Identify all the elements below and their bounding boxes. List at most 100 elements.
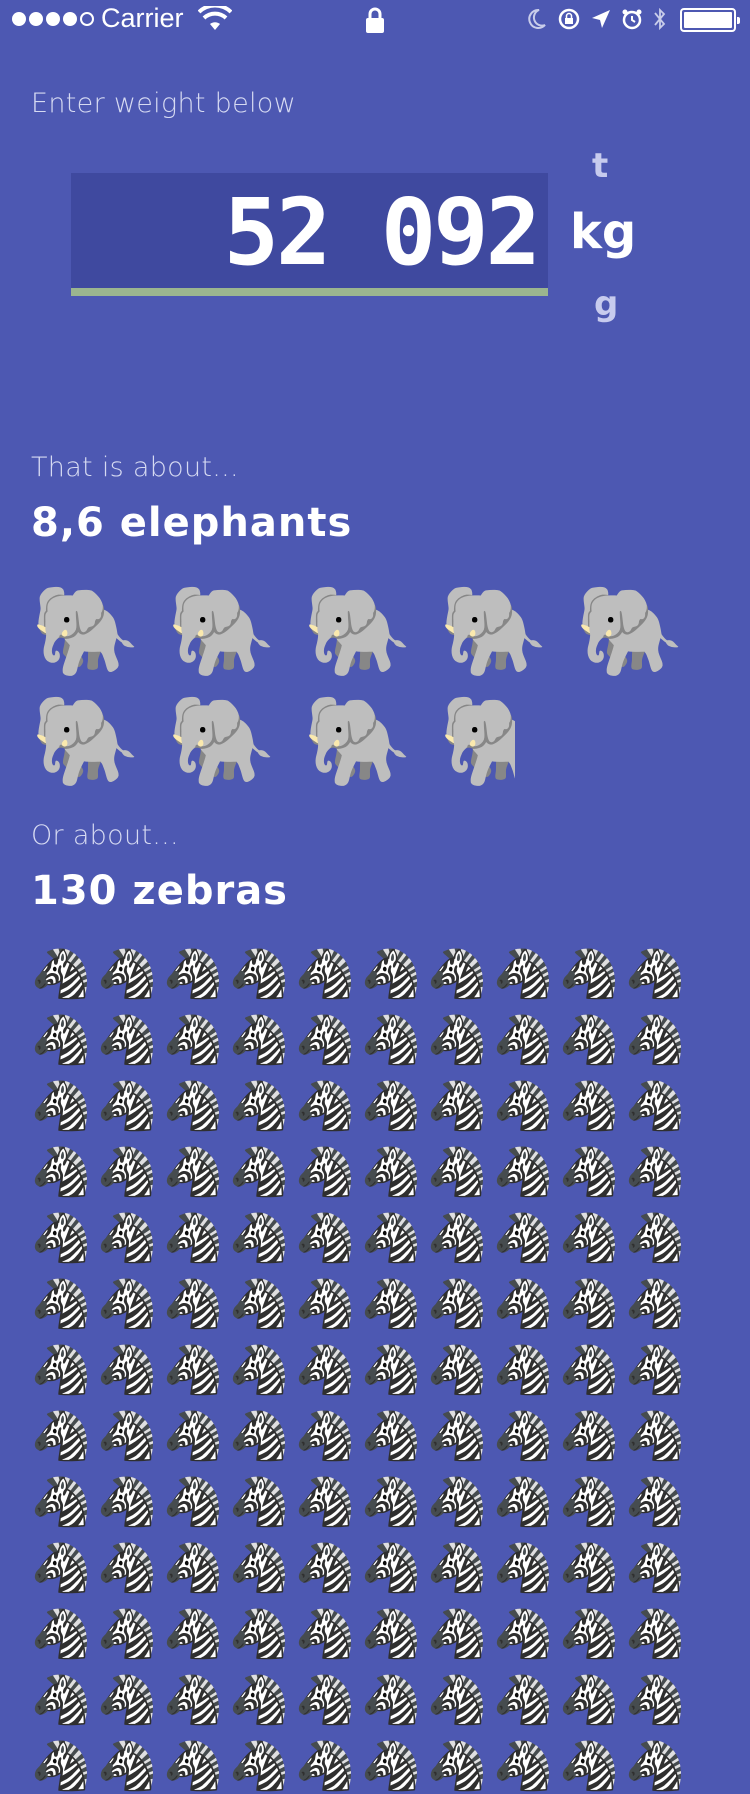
zebra-icon: 🦓 [559,1606,615,1662]
zebra-icon: 🦓 [625,1276,681,1332]
zebra-icon: 🦓 [493,1012,549,1068]
zebra-icon: 🦓 [31,1276,87,1332]
zebra-icon: 🦓 [361,1012,417,1068]
zebra-icon: 🦓 [493,946,549,1002]
elephant-icon: 🐘 [303,582,411,680]
zebra-icon: 🦓 [31,1474,87,1530]
zebra-icon: 🦓 [31,1210,87,1266]
zebra-icon: 🦓 [427,946,483,1002]
zebra-icon: 🦓 [31,1012,87,1068]
zebra-icon: 🦓 [163,1606,219,1662]
zebra-icon: 🦓 [295,1078,351,1134]
zebra-icon: 🦓 [559,1474,615,1530]
zebra-icon: 🦓 [493,1144,549,1200]
zebra-icon: 🦓 [97,1078,153,1134]
zebra-icon: 🦓 [229,1342,285,1398]
zebra-icon: 🦓 [97,1210,153,1266]
zebra-icon: 🦓 [559,1144,615,1200]
elephant-icon: 🐘 [167,582,275,680]
zebra-icon: 🦓 [31,1144,87,1200]
zebra-icon: 🦓 [295,1342,351,1398]
elephant-icon: 🐘 [31,692,139,790]
zebra-icon: 🦓 [361,1342,417,1398]
zebra-icon: 🦓 [559,1012,615,1068]
elephant-grid: 🐘 🐘 🐘 🐘 🐘 🐘 🐘 🐘 🐘 [31,582,731,790]
zebra-icon: 🦓 [559,1276,615,1332]
rotation-lock-icon [558,8,580,30]
zebra-icon: 🦓 [625,946,681,1002]
zebra-icon: 🦓 [229,1144,285,1200]
status-bar: Carrier [0,0,750,40]
zebra-icon: 🦓 [361,1210,417,1266]
zebra-icon: 🦓 [163,1144,219,1200]
zebra-icon: 🦓 [295,1408,351,1464]
zebra-icon: 🦓 [163,1276,219,1332]
elephant-result: 8,6 elephants [31,500,353,546]
zebra-icon: 🦓 [163,1474,219,1530]
zebra-icon: 🦓 [493,1672,549,1728]
zebra-icon: 🦓 [163,1342,219,1398]
zebra-icon: 🦓 [493,1738,549,1794]
zebra-icon: 🦓 [427,1210,483,1266]
zebra-icon: 🦓 [163,1540,219,1596]
zebra-icon: 🦓 [361,1672,417,1728]
zebra-icon: 🦓 [163,1408,219,1464]
unit-kilogram-option[interactable]: kg [570,204,636,260]
zebra-icon: 🦓 [427,1144,483,1200]
weight-input[interactable] [78,179,538,286]
zebra-icon: 🦓 [361,1078,417,1134]
zebra-icon: 🦓 [295,946,351,1002]
zebra-icon: 🦓 [559,1078,615,1134]
zebra-icon: 🦓 [295,1606,351,1662]
zebra-icon: 🦓 [295,1276,351,1332]
zebra-icon: 🦓 [493,1606,549,1662]
zebra-icon: 🦓 [427,1342,483,1398]
zebra-icon: 🦓 [559,946,615,1002]
battery-icon [680,8,740,32]
zebra-icon: 🦓 [493,1078,549,1134]
zebra-icon: 🦓 [625,1144,681,1200]
zebra-icon: 🦓 [31,1606,87,1662]
zebra-icon: 🦓 [559,1210,615,1266]
unit-ton-option[interactable]: t [592,146,608,186]
zebra-icon: 🦓 [229,1408,285,1464]
zebra-icon: 🦓 [427,1012,483,1068]
zebra-icon: 🦓 [559,1408,615,1464]
zebra-icon: 🦓 [31,1342,87,1398]
zebra-icon: 🦓 [97,1408,153,1464]
carrier-name: Carrier [101,3,184,33]
zebra-icon: 🦓 [97,1012,153,1068]
unit-gram-option[interactable]: g [594,284,618,324]
elephant-icon: 🐘 [303,692,411,790]
zebra-icon: 🦓 [229,1210,285,1266]
zebra-icon: 🦓 [427,1738,483,1794]
zebra-icon: 🦓 [361,1540,417,1596]
zebra-icon: 🦓 [163,1078,219,1134]
zebra-icon: 🦓 [559,1738,615,1794]
zebra-icon: 🦓 [427,1276,483,1332]
zebra-icon: 🦓 [427,1078,483,1134]
zebra-icon: 🦓 [97,1672,153,1728]
zebra-icon: 🦓 [31,1540,87,1596]
zebra-icon: 🦓 [229,1276,285,1332]
zebra-icon: 🦓 [97,1738,153,1794]
zebra-icon: 🦓 [229,1606,285,1662]
zebra-icon: 🦓 [625,1672,681,1728]
zebra-icon: 🦓 [229,1078,285,1134]
zebra-icon: 🦓 [229,946,285,1002]
zebra-grid: 🦓 🦓 🦓 🦓 🦓 🦓 🦓 🦓 🦓 🦓 🦓 🦓 🦓 🦓 🦓 🦓 🦓 🦓 🦓 🦓 🦓 🦓 🦓 🦓 🦓 🦓 🦓 🦓 🦓 🦓 🦓 🦓 🦓 🦓 🦓 🦓 🦓 🦓 🦓 🦓… [31,946,711,1794]
elephant-icon-partial: 🐘 [439,692,515,790]
zebra-icon: 🦓 [295,1738,351,1794]
zebra-icon: 🦓 [493,1210,549,1266]
zebra-icon: 🦓 [361,1738,417,1794]
weight-input-box[interactable] [71,173,548,296]
zebra-icon: 🦓 [229,1672,285,1728]
zebra-icon: 🦓 [361,1606,417,1662]
zebra-icon: 🦓 [625,1606,681,1662]
zebra-icon: 🦓 [295,1144,351,1200]
zebra-icon: 🦓 [97,1474,153,1530]
zebra-icon: 🦓 [163,946,219,1002]
zebra-icon: 🦓 [559,1672,615,1728]
moon-icon [528,8,546,29]
zebra-icon: 🦓 [295,1474,351,1530]
